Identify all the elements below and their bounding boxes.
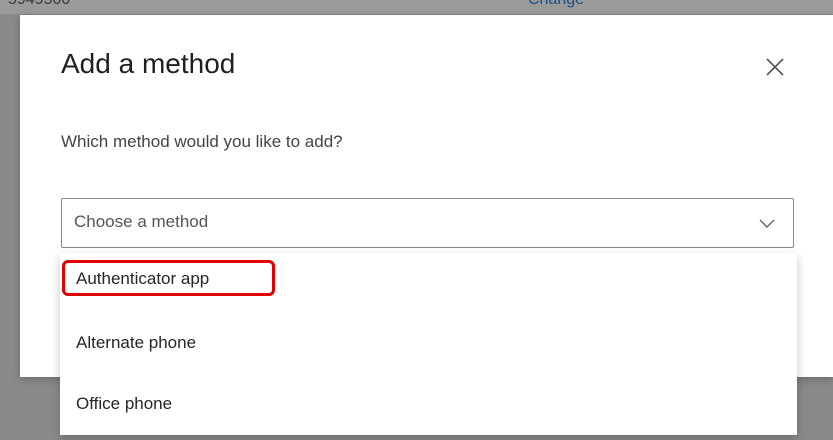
background-phone-number: 5949500 — [8, 0, 70, 9]
option-office-phone[interactable]: Office phone — [60, 375, 797, 431]
dialog-title: Add a method — [61, 48, 236, 79]
background-page-strip: 5949500 Change — [0, 0, 833, 14]
chevron-down-icon — [759, 219, 775, 228]
option-label: Authenticator app — [76, 269, 210, 288]
close-button[interactable] — [762, 54, 788, 80]
option-label: Office phone — [76, 394, 173, 413]
method-prompt: Which method would you like to add? — [61, 132, 343, 151]
method-dropdown-list: Authenticator app Alternate phone Office… — [60, 253, 797, 435]
option-label: Alternate phone — [76, 333, 197, 352]
background-change-link[interactable]: Change — [528, 0, 584, 9]
option-authenticator-app[interactable]: Authenticator app — [60, 253, 797, 309]
method-select-value: Choose a method — [74, 212, 209, 231]
method-select[interactable]: Choose a method — [61, 198, 794, 248]
option-alternate-phone[interactable]: Alternate phone — [60, 315, 797, 371]
close-icon — [766, 58, 784, 76]
